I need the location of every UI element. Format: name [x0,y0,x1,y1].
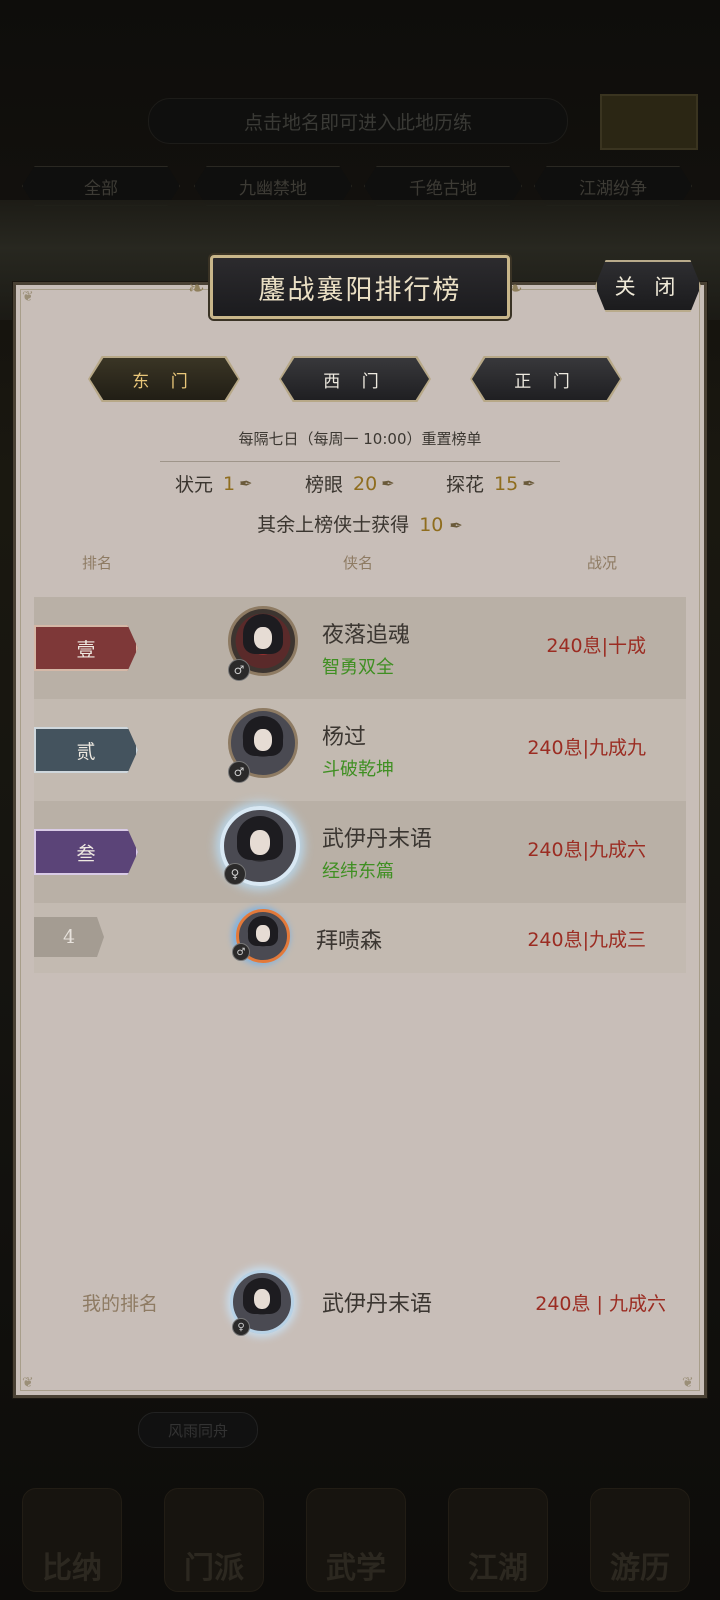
corner-ornament-icon: ❦ [682,1375,694,1391]
column-header-status: 战况 [587,554,618,572]
background-bottom-nav: 比纳 门派 武学 江湖 游历 [0,1470,720,1600]
table-row[interactable]: 叁 ♀ 武伊丹末语 经纬东篇 240息|九成六 [34,801,686,903]
feather-icon: ✒ [239,474,253,493]
reward-first-value: 1 [223,472,236,495]
avatar-face [249,830,271,855]
reward-others: 其余上榜侠士获得 10 ✒ [0,510,720,537]
player-score: 240息|九成九 [527,737,646,759]
tab-east-gate[interactable]: 东 门 [90,358,238,400]
background-nav-item: 武学 [306,1488,406,1592]
tab-west-gate[interactable]: 西 门 [281,358,429,400]
reward-third-label: 探花 [446,474,485,496]
player-score: 240息|九成六 [527,839,646,861]
my-rank-name: 武伊丹末语 [322,1292,433,1317]
background-small-button: 风雨同舟 [138,1412,258,1448]
avatar-face [254,728,272,751]
feather-icon: ✒ [522,474,536,493]
divider [160,461,560,462]
background-nav-item: 比纳 [22,1488,122,1592]
my-rank-score: 240息 | 九成六 [535,1293,666,1315]
table-row[interactable]: 壹 ♂ 夜落追魂 智勇双全 240息|十成 [34,597,686,699]
player-title: 斗破乾坤 [322,759,394,780]
column-header-name: 侠名 [343,554,374,572]
rank-badge: 4 [34,917,104,957]
reward-others-label: 其余上榜侠士获得 [257,514,410,536]
rank-badge: 叁 [34,829,138,875]
player-name: 杨过 [322,725,367,750]
reward-first: 状元 1 ✒ [175,470,253,497]
rank-badge: 壹 [34,625,138,671]
player-title: 经纬东篇 [322,861,394,882]
rank-badge: 贰 [34,727,138,773]
reward-others-value: 10 [419,514,444,536]
close-button[interactable]: 关 闭 [595,260,701,312]
player-name: 拜啧森 [316,929,383,954]
background-hint-bar: 点击地名即可进入此地历练 [148,98,568,144]
avatar-face [256,925,270,942]
avatar-face [254,626,272,649]
male-icon: ♂ [228,761,250,783]
player-name: 夜落追魂 [322,623,411,648]
my-rank-label: 我的排名 [82,1293,159,1315]
corner-ornament-icon: ❦ [22,1375,34,1391]
reward-second-label: 榜眼 [305,474,344,496]
player-score: 240息|九成三 [527,929,646,951]
reward-first-label: 状元 [175,474,214,496]
avatar-face [253,1289,271,1309]
player-title: 智勇双全 [322,657,394,678]
female-icon: ♀ [232,1318,250,1336]
player-score: 240息|十成 [546,635,646,657]
reward-second-value: 20 [353,472,378,495]
feather-icon: ✒ [449,516,463,535]
reward-third-value: 15 [494,472,519,495]
tab-main-gate[interactable]: 正 门 [472,358,620,400]
male-icon: ♂ [228,659,250,681]
female-icon: ♀ [224,863,246,885]
male-icon: ♂ [232,943,250,961]
background-nav-item: 江湖 [448,1488,548,1592]
background-nav-item: 游历 [590,1488,690,1592]
page-title: 鏖战襄阳排行榜 [210,255,510,319]
feather-icon: ✒ [381,474,395,493]
background-nav-item: 门派 [164,1488,264,1592]
reward-second: 榜眼 20 ✒ [305,470,395,497]
player-name: 武伊丹末语 [322,827,433,852]
title-ornament-icon: ❧ [188,276,205,300]
corner-ornament-icon: ❦ [22,289,34,305]
table-row[interactable]: 4 ♂ 拜啧森 240息|九成三 [34,903,686,973]
background-scroll-icon [600,94,698,150]
reset-note: 每隔七日（每周一 10:00）重置榜单 [238,430,482,448]
reward-third: 探花 15 ✒ [446,470,536,497]
table-row[interactable]: 贰 ♂ 杨过 斗破乾坤 240息|九成九 [34,699,686,801]
column-header-rank: 排名 [82,554,113,572]
